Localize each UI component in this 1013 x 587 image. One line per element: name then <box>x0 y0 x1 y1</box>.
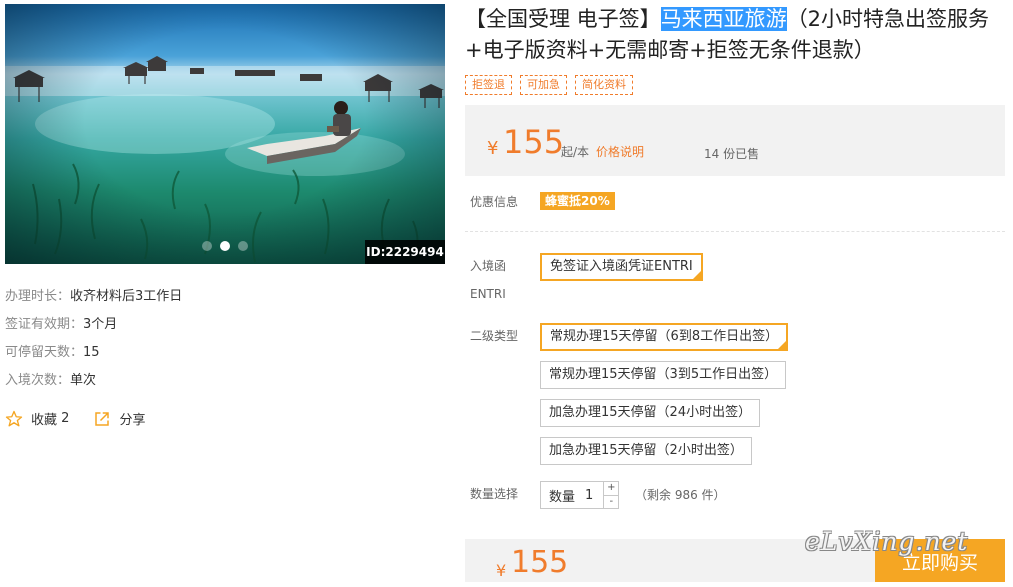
tag-simplified: 简化资料 <box>575 75 633 95</box>
stock-remaining: （剩余 986 件） <box>635 488 726 502</box>
info-row-entries: 入境次数：单次 <box>5 371 182 399</box>
product-tags: 拒签退 可加急 简化资料 <box>465 75 633 95</box>
info-row-duration: 办理时长：收齐材料后3工作日 <box>5 287 182 315</box>
quantity-field-label: 数量 <box>549 489 576 505</box>
share-icon <box>95 411 110 426</box>
price-amount: 155 <box>503 123 565 161</box>
product-photo[interactable]: ID:2229494 <box>5 4 445 264</box>
info-row-stay-days: 可停留天数：15 <box>5 343 182 371</box>
info-label: 可停留天数： <box>5 345 84 360</box>
promo-label: 优惠信息 <box>470 195 519 209</box>
quantity-decrease-button[interactable]: - <box>604 494 619 509</box>
option-subtype-3[interactable]: 加急办理15天停留（24小时出签） <box>540 399 761 427</box>
star-icon <box>5 410 23 426</box>
quantity-increase-button[interactable]: + <box>604 482 618 495</box>
promo-badge: 蜂蜜抵20% <box>540 192 615 210</box>
option-subtype-2[interactable]: 常规办理15天停留（3到5工作日出签） <box>540 361 787 389</box>
carousel-dot-3[interactable] <box>238 241 248 251</box>
info-label: 入境次数： <box>5 373 71 388</box>
share-button[interactable]: 分享 <box>93 409 145 428</box>
quantity-input[interactable]: 1 <box>581 488 603 503</box>
share-label: 分享 <box>119 413 146 428</box>
quantity-label: 数量选择 <box>470 487 519 501</box>
option-subtype-4[interactable]: 加急办理15天停留（2小时出签） <box>540 437 752 465</box>
carousel-dots <box>202 241 248 251</box>
quantity-stepper: 数量 1 + - <box>540 481 620 509</box>
favorite-count: 2 <box>61 411 70 426</box>
info-label: 签证有效期： <box>5 317 84 332</box>
info-value: 收齐材料后3工作日 <box>70 289 183 304</box>
title-highlight: 马来西亚旅游 <box>660 7 787 31</box>
info-value: 15 <box>83 345 100 360</box>
sold-count: 14 份已售 <box>704 147 760 161</box>
site-watermark: eLvXing.net <box>805 527 969 556</box>
sub-type-label: 二级类型 <box>470 329 519 343</box>
title-prefix: 【全国受理 电子签】 <box>465 7 661 31</box>
option-subtype-1[interactable]: 常规办理15天停留（6到8工作日出签） <box>540 323 789 351</box>
price-box: ¥ 155 起/本 价格说明 14 份已售 <box>465 105 1005 176</box>
bottom-price-currency: ¥ <box>496 561 507 580</box>
info-value: 3个月 <box>83 317 118 332</box>
info-label: 办理时长： <box>5 289 71 304</box>
tag-refund: 拒签退 <box>465 75 512 95</box>
social-actions: 收藏 2 分享 <box>5 409 145 428</box>
image-id-tag: ID:2229494 <box>365 240 445 264</box>
photo-vignette <box>5 4 445 264</box>
entry-letter-label: 入境函 ENTRI <box>470 252 506 308</box>
visa-info-list: 办理时长：收齐材料后3工作日 签证有效期：3个月 可停留天数：15 入境次数：单… <box>5 287 182 399</box>
tag-expedite: 可加急 <box>520 75 567 95</box>
entry-letter-label-line2: ENTRI <box>470 287 506 301</box>
option-entry-letter[interactable]: 免签证入境函凭证ENTRI <box>540 253 703 281</box>
product-title: 【全国受理 电子签】马来西亚旅游（2小时特急出签服务+电子版资料+无需邮寄+拒签… <box>465 4 1005 66</box>
price-unit: 起/本 <box>561 145 590 159</box>
bottom-price-amount: 155 <box>511 545 569 580</box>
favorite-label: 收藏 <box>31 413 58 428</box>
price-currency: ¥ <box>487 138 499 159</box>
carousel-dot-2[interactable] <box>220 241 230 251</box>
favorite-button[interactable]: 收藏 2 <box>5 409 69 428</box>
entry-letter-label-line1: 入境函 <box>470 259 507 273</box>
info-row-validity: 签证有效期：3个月 <box>5 315 182 343</box>
info-value: 单次 <box>70 373 97 388</box>
quantity-arrows: + - <box>603 482 619 509</box>
price-explain-link[interactable]: 价格说明 <box>596 143 644 160</box>
section-divider <box>465 231 1005 232</box>
carousel-dot-1[interactable] <box>202 241 212 251</box>
